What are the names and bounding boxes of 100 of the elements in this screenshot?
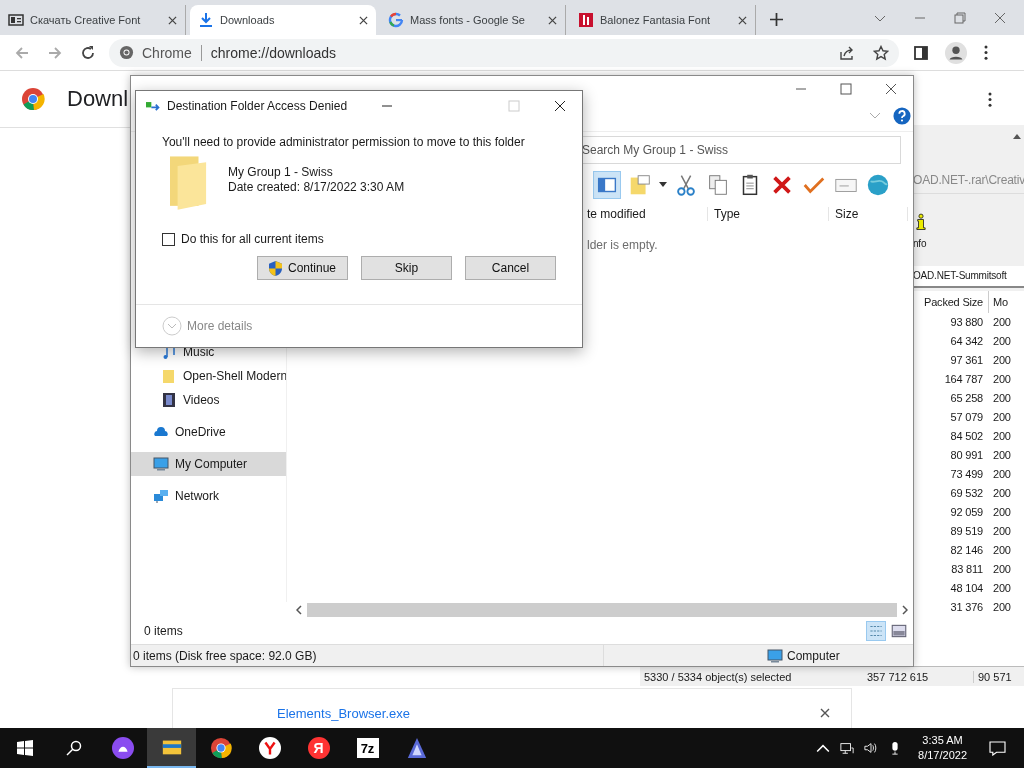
menu-icon[interactable]: [988, 91, 992, 107]
status-text: 357 712 615: [866, 670, 930, 683]
scroll-up-icon[interactable]: [1013, 133, 1021, 139]
browser-tab[interactable]: Balonez Fantasia Font: [570, 5, 756, 35]
maximize-icon[interactable]: [840, 82, 852, 95]
browser-tab[interactable]: Downloads: [190, 5, 376, 35]
table-cell-text: 82 146: [949, 543, 984, 558]
network-icon: [153, 488, 169, 504]
dropdown-icon[interactable]: [659, 182, 667, 188]
folder-name: My Group 1 - Swiss: [228, 165, 334, 180]
browser-tab[interactable]: Mass fonts - Google Se: [380, 5, 566, 35]
monitor-icon: [153, 456, 169, 472]
assistant-icon: [111, 737, 134, 759]
close-icon[interactable]: [554, 100, 566, 112]
nav-item[interactable]: Open-Shell Modern: [131, 364, 286, 388]
nav-item[interactable]: My Computer: [131, 452, 286, 476]
info-icon[interactable]: [916, 212, 926, 232]
table-cell-text: 57 079: [949, 410, 984, 425]
table-cell-text: 200: [992, 448, 1011, 463]
dialog-button[interactable]: Cancel: [465, 256, 556, 280]
notification-icon[interactable]: [989, 740, 1006, 756]
table-cell-text: 93 880: [949, 315, 984, 330]
close-icon[interactable]: [885, 82, 897, 95]
table-cell-text: 200: [992, 562, 1011, 577]
menu-icon[interactable]: [984, 45, 988, 60]
pane-icon[interactable]: [593, 171, 621, 199]
table-cell-text: 69 532: [949, 486, 984, 501]
move-icon: [146, 100, 162, 112]
scrollbar-thumb[interactable]: [307, 603, 897, 617]
status-text: 0 items (Disk free space: 92.0 GB): [132, 648, 318, 663]
table-cell-text: 164 787: [943, 372, 984, 387]
table-cell-text: 200: [992, 581, 1011, 596]
reload-icon[interactable]: [80, 44, 96, 61]
browser-tab[interactable]: Скачать Creative Font: [0, 5, 186, 35]
dialog-message: You'll need to provide administrator permission to move to this folder: [162, 135, 526, 149]
chrome-icon: [119, 45, 134, 60]
details-view-icon[interactable]: [866, 621, 886, 641]
item-count: 0 items: [144, 624, 183, 638]
nav-item[interactable]: Network: [131, 484, 286, 508]
dialog-button[interactable]: Skip: [361, 256, 452, 280]
table-cell-text: 73 499: [949, 467, 984, 482]
brand-icon: [578, 12, 594, 28]
taskbar-app[interactable]: [147, 728, 196, 768]
nav-item[interactable]: Videos: [131, 388, 286, 412]
table-cell-text: 89 519: [949, 524, 984, 539]
table-cell-text: 200: [992, 410, 1011, 425]
close-icon[interactable]: [738, 15, 747, 25]
scroll-left-icon[interactable]: [296, 605, 302, 615]
table-cell-text: 200: [992, 429, 1011, 444]
star-icon[interactable]: [873, 44, 889, 61]
table-cell-text: 97 361: [949, 353, 984, 368]
browser-icon: [258, 737, 281, 759]
thumbnail-view-icon[interactable]: [890, 622, 908, 640]
table-cell-text: 200: [992, 353, 1011, 368]
share-icon[interactable]: [839, 44, 855, 61]
side-panel-icon[interactable]: [913, 44, 929, 61]
folder-icon: [170, 156, 208, 212]
address-bar[interactable]: Chrome chrome://downloads: [109, 38, 899, 67]
file-link[interactable]: Elements_Browser.exe: [277, 706, 410, 721]
status-text: 5330 / 5334 object(s) selected: [643, 670, 793, 683]
table-cell-text: 200: [992, 600, 1011, 615]
close-icon[interactable]: [168, 15, 177, 25]
table-cell-text: 64 342: [949, 334, 984, 349]
table-cell-text: 200: [992, 372, 1011, 387]
globe-icon[interactable]: [865, 172, 891, 198]
volume-icon[interactable]: [864, 741, 879, 755]
table-cell-text: 65 258: [949, 391, 984, 406]
column-header[interactable]: te modified: [587, 207, 708, 221]
close-icon[interactable]: [820, 708, 830, 718]
table-cell-text: 80 991: [949, 448, 984, 463]
table-cell-text: 200: [992, 391, 1011, 406]
shield-icon: [268, 260, 282, 276]
folder-path-field[interactable]: OAD.NET-Summitsoft: [913, 266, 1024, 288]
checkbox[interactable]: [162, 232, 175, 246]
more-details-link[interactable]: More details: [187, 319, 253, 333]
page-title: Downl: [67, 86, 129, 112]
computer-icon: [767, 647, 783, 664]
clock[interactable]: 3:35 AM 8/17/2022: [918, 733, 967, 763]
continue-button[interactable]: Continue: [257, 256, 348, 280]
network-icon[interactable]: [840, 741, 855, 755]
checkbox-label[interactable]: Do this for all current items: [181, 232, 324, 246]
google-icon: [388, 12, 404, 28]
new-tab-icon[interactable]: [770, 13, 783, 26]
column-header[interactable]: Size: [829, 207, 908, 221]
maximize-icon: [508, 100, 520, 112]
windows-logo-icon: [16, 740, 33, 756]
close-icon[interactable]: [359, 15, 368, 25]
toolbar-label[interactable]: nfo: [913, 238, 927, 249]
column-header[interactable]: Packed Size: [913, 291, 988, 313]
help-icon[interactable]: [893, 107, 911, 125]
folder-icon: [161, 368, 177, 384]
restore-icon[interactable]: [954, 12, 966, 24]
scroll-right-icon[interactable]: [902, 605, 908, 615]
close-icon[interactable]: [548, 15, 557, 25]
taskbar-app[interactable]: Я: [294, 728, 343, 768]
profile-icon[interactable]: [945, 41, 967, 64]
table-cell-text: 84 502: [949, 429, 984, 444]
column-header[interactable]: Type: [708, 207, 829, 221]
taskbar-app[interactable]: 7z: [343, 728, 392, 768]
nav-item[interactable]: OneDrive: [131, 420, 286, 444]
